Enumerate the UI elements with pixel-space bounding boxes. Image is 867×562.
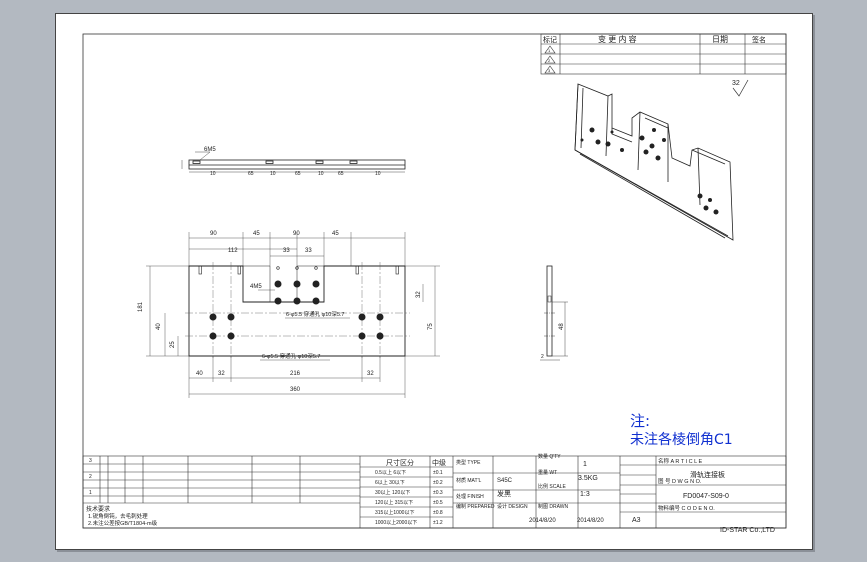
tol-row-2-range: 6以上 30以下 [375,479,405,486]
rev-header-date: 日期 [712,35,728,44]
top-dim-5: 10 [318,171,324,177]
sheet-size: A3 [632,517,641,524]
material-value: S45C [497,478,513,484]
tol-header-grade: 中级 [432,458,446,467]
rev-mark-1: 1 [548,48,551,53]
dwg-number: FD0047-S09-0 [683,493,729,500]
drawn-date: 2014/8/20 [577,518,604,524]
note-title: 注: [630,412,651,430]
article-label: 名称 A R T I C L E [658,457,703,465]
front-dim-25: 25 [170,341,176,348]
tol-row-3-tol: ±0.3 [433,490,443,496]
drawing-canvas: 标记 变 更 内 容 日期 签名 1 2 3 32 6M5 10 65 10 6… [82,33,787,529]
tol-header-main: 尺寸区分 [386,458,414,467]
rev-mark-2: 2 [548,58,551,63]
tol-row-4-range: 120以上 315以下 [375,499,413,506]
isometric-view [574,83,734,241]
front-dim-90b: 90 [293,231,300,237]
drawn-label: 制图 DRAWN [538,503,568,510]
top-dim-6: 65 [338,171,344,177]
top-dim-2: 65 [248,171,254,177]
front-dim-45a: 45 [253,231,260,237]
front-view-holes [209,280,384,340]
front-dim-33a: 33 [283,248,290,254]
front-dim-overall: 360 [290,387,301,393]
weight-label: 重量 WT [538,469,557,476]
drawing-note: 注: 未注各棱倒角C1 [630,412,733,450]
tol-row-3-range: 30以上 120以下 [375,489,410,496]
lower-mark-2: 2 [89,474,92,480]
dwg-label: 图 号 D W G N O. [658,477,702,485]
tech-req-item-1: 1.锐角倒钝，去毛刺处理 [88,512,148,520]
front-hole-note-1: 6-φ5.5 穿通孔 φ10深5.7 [286,310,345,318]
code-label: 物料编号 C O D E N O. [658,504,715,512]
isometric-holes [580,127,719,215]
finish-value: 发黑 [497,489,511,498]
article-value: 滑轨连接板 [690,470,725,479]
top-view-callout: 6M5 [204,147,216,153]
top-view [181,151,406,173]
tech-req-item-2: 2.未注公差按GB/T1804-m级 [88,519,158,527]
rev-mark-3: 3 [548,68,551,73]
front-dim-75: 75 [428,323,434,330]
side-view [540,265,568,361]
top-dim-4: 65 [295,171,301,177]
top-dim-1: 10 [210,171,216,177]
side-dim-2: 2 [541,354,544,360]
lower-mark-1: 1 [89,490,92,496]
material-label: 材质 MAT'L [456,477,482,484]
design-label: 设计 DESIGN [497,503,528,510]
design-date: 2014/8/20 [529,518,556,524]
lower-mark-3: 3 [89,458,92,464]
inner-frame [82,33,787,529]
front-dim-112: 112 [228,248,238,254]
company-name: ID-STAR Co.,LTD [720,527,775,534]
prepared-label: 编制 PREPARED [456,503,495,510]
front-hole-label: 4M5 [250,284,262,290]
front-dim-32r: 32 [416,291,422,298]
front-hole-note-2: 6-φ5.5 穿通孔 φ10深5.7 [262,352,321,360]
front-dim-33b: 33 [305,248,312,254]
type-label: 类型 TYPE [456,459,481,466]
front-dim-40: 40 [156,323,162,330]
front-view [188,265,406,357]
qty-value: 1 [583,461,587,468]
tol-row-5-range: 315以上1000以下 [375,509,414,516]
tol-row-5-tol: ±0.8 [433,510,443,516]
top-dim-3: 10 [270,171,276,177]
rev-header-content: 变 更 内 容 [598,34,637,44]
tol-row-2-tol: ±0.2 [433,480,443,486]
front-dim-45b: 45 [332,231,339,237]
roughness-value: 32 [732,80,740,87]
front-view-slots [198,265,399,275]
front-dim-90a: 90 [210,231,217,237]
tol-row-6-range: 1000以上2000以下 [375,519,417,526]
front-dim-32b: 32 [218,371,225,377]
side-dim-48: 48 [559,323,565,330]
tol-row-4-tol: ±0.5 [433,500,443,506]
scale-label: 比例 SCALE [538,483,566,490]
front-view-centerlines [185,262,410,360]
tech-req-title: 技术要求 [86,505,110,513]
scale-value: 1:3 [580,491,590,498]
tol-row-1-range: 0.5以上 6以下 [375,469,406,476]
finish-label: 处理 FINISH [456,493,484,500]
rev-header-sign: 签名 [752,35,766,44]
front-dim-32c: 32 [367,371,374,377]
qty-label: 数量 Q'TY [538,453,561,460]
top-dim-7: 10 [375,171,381,177]
weight-value: 3.5KG [578,475,598,482]
front-dim-216: 216 [290,371,301,377]
tol-row-1-tol: ±0.1 [433,470,443,476]
front-dim-181: 181 [138,301,144,312]
tol-row-6-tol: ±1.2 [433,520,443,526]
revision-table [540,33,787,75]
front-dim-40b: 40 [196,371,203,377]
rev-header-mark: 标记 [543,35,557,44]
note-text: 未注各棱倒角C1 [630,432,733,448]
